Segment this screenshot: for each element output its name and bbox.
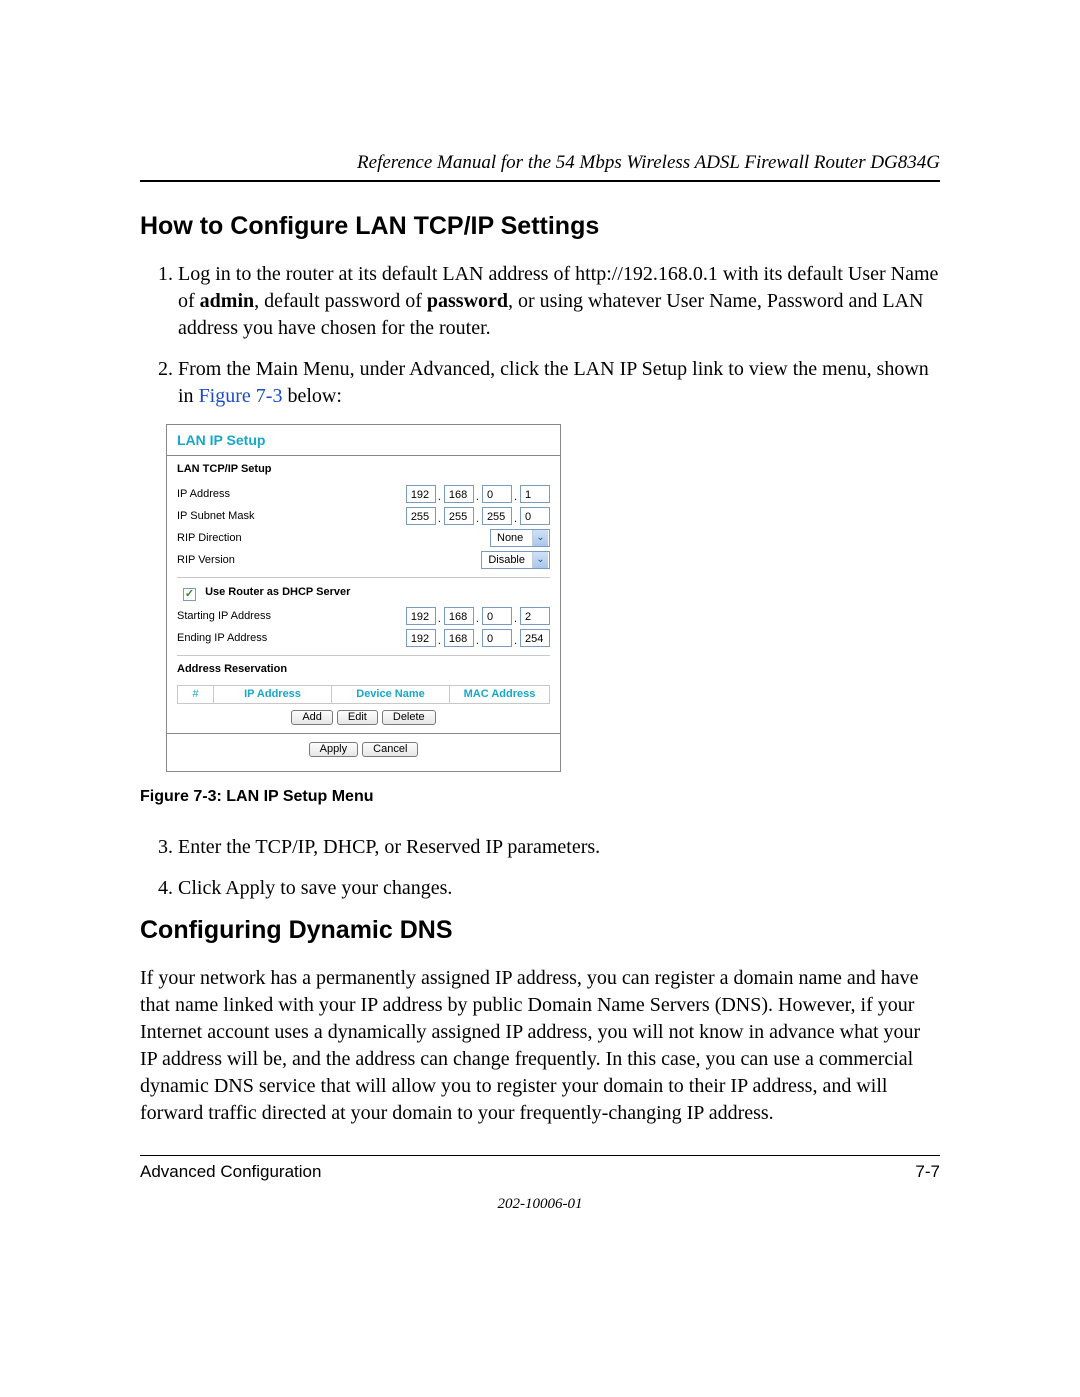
chevron-down-icon: ⌄ xyxy=(532,552,548,568)
dhcp-checkbox[interactable]: ✓ xyxy=(183,588,196,601)
end-octet-2[interactable]: 168 xyxy=(444,629,474,647)
apply-button[interactable]: Apply xyxy=(309,742,359,757)
subheading-tcpip: LAN TCP/IP Setup xyxy=(177,464,550,475)
step-1: Log in to the router at its default LAN … xyxy=(178,261,940,342)
end-octet-1[interactable]: 192 xyxy=(406,629,436,647)
th-device-name: Device Name xyxy=(332,686,450,703)
start-octet-4[interactable]: 2 xyxy=(520,607,550,625)
add-button[interactable]: Add xyxy=(291,710,333,725)
label-subnet-mask: IP Subnet Mask xyxy=(177,511,254,522)
ip-octet-1[interactable]: 192 xyxy=(406,485,436,503)
ip-octet-4[interactable]: 1 xyxy=(520,485,550,503)
th-num: # xyxy=(178,686,214,703)
mask-octet-2[interactable]: 255 xyxy=(444,507,474,525)
cancel-button[interactable]: Cancel xyxy=(362,742,418,757)
rip-direction-select[interactable]: None ⌄ xyxy=(490,529,550,547)
delete-button[interactable]: Delete xyxy=(382,710,436,725)
label-starting-ip: Starting IP Address xyxy=(177,611,271,622)
step-4: Click Apply to save your changes. xyxy=(178,875,940,902)
edit-button[interactable]: Edit xyxy=(337,710,378,725)
rip-direction-value: None xyxy=(491,529,531,547)
label-rip-direction: RIP Direction xyxy=(177,533,242,544)
ip-address-fields: 192. 168. 0. 1 xyxy=(406,485,550,503)
panel-rule-1 xyxy=(167,455,560,456)
starting-ip-fields: 192. 168. 0. 2 xyxy=(406,607,550,625)
section-heading-lan: How to Configure LAN TCP/IP Settings xyxy=(140,212,940,241)
header-rule xyxy=(140,180,940,182)
footer-page: 7-7 xyxy=(915,1162,940,1182)
ip-octet-2[interactable]: 168 xyxy=(444,485,474,503)
running-header: Reference Manual for the 54 Mbps Wireles… xyxy=(140,152,940,174)
step-1-text-b: , default password of xyxy=(254,290,427,312)
th-mac-address: MAC Address xyxy=(450,686,549,703)
rip-version-select[interactable]: Disable ⌄ xyxy=(481,551,550,569)
th-ip-address: IP Address xyxy=(214,686,332,703)
label-ending-ip: Ending IP Address xyxy=(177,633,267,644)
panel-rule-4 xyxy=(167,733,560,734)
ending-ip-fields: 192. 168. 0. 254 xyxy=(406,629,550,647)
mask-octet-4[interactable]: 0 xyxy=(520,507,550,525)
subheading-addr-res: Address Reservation xyxy=(177,664,550,675)
start-octet-3[interactable]: 0 xyxy=(482,607,512,625)
step-1-password: password xyxy=(427,290,508,312)
label-ip-address: IP Address xyxy=(177,489,230,500)
chevron-down-icon: ⌄ xyxy=(532,530,548,546)
ddns-paragraph: If your network has a permanently assign… xyxy=(140,965,940,1127)
dhcp-checkbox-row: ✓ Use Router as DHCP Server xyxy=(183,586,550,599)
end-octet-4[interactable]: 254 xyxy=(520,629,550,647)
ip-octet-3[interactable]: 0 xyxy=(482,485,512,503)
figure-7-3-link[interactable]: Figure 7-3 xyxy=(199,385,283,407)
reservation-table-header: # IP Address Device Name MAC Address xyxy=(177,685,550,704)
step-2-text-b: below: xyxy=(282,385,341,407)
figure-caption: Figure 7-3: LAN IP Setup Menu xyxy=(140,788,940,806)
lan-ip-setup-panel: LAN IP Setup LAN TCP/IP Setup IP Address… xyxy=(166,424,561,772)
start-octet-2[interactable]: 168 xyxy=(444,607,474,625)
rip-version-value: Disable xyxy=(482,551,531,569)
start-octet-1[interactable]: 192 xyxy=(406,607,436,625)
document-number: 202-10006-01 xyxy=(140,1196,940,1213)
label-rip-version: RIP Version xyxy=(177,555,235,566)
step-2: From the Main Menu, under Advanced, clic… xyxy=(178,356,940,410)
step-1-admin: admin xyxy=(200,290,254,312)
dhcp-label: Use Router as DHCP Server xyxy=(205,586,350,598)
mask-octet-1[interactable]: 255 xyxy=(406,507,436,525)
panel-title: LAN IP Setup xyxy=(177,433,550,447)
panel-rule-3 xyxy=(177,655,550,656)
mask-fields: 255. 255. 255. 0 xyxy=(406,507,550,525)
end-octet-3[interactable]: 0 xyxy=(482,629,512,647)
section-heading-ddns: Configuring Dynamic DNS xyxy=(140,916,940,945)
footer-left: Advanced Configuration xyxy=(140,1162,321,1182)
panel-rule-2 xyxy=(177,577,550,578)
step-3: Enter the TCP/IP, DHCP, or Reserved IP p… xyxy=(178,834,940,861)
footer-rule xyxy=(140,1155,940,1156)
mask-octet-3[interactable]: 255 xyxy=(482,507,512,525)
